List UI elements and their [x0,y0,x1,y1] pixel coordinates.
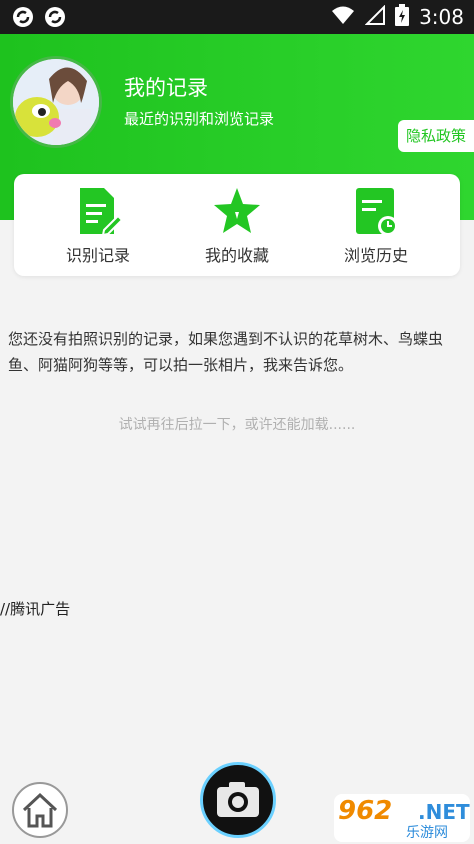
camera-icon [217,782,259,817]
history-icon [356,188,398,236]
home-button[interactable] [12,782,68,838]
avatar[interactable] [10,56,102,148]
page-title: 我的记录 [124,76,208,100]
camera-button[interactable] [200,762,276,838]
ad-label: //腾讯广告 [0,600,71,618]
recognition-records-button[interactable]: 识别记录 [28,186,168,266]
sync-icon [12,6,34,28]
privacy-policy-button[interactable]: 隐私政策 [397,120,474,152]
battery-icon [395,4,410,30]
card-item-label: 浏览历史 [343,246,408,265]
status-bar: 3:08 [0,0,474,34]
page-subtitle: 最近的识别和浏览记录 [124,110,275,128]
signal-icon [364,4,386,29]
watermark-logo: 962 .NET 乐游网 [334,794,470,842]
star-icon [214,188,260,233]
load-more-hint: 试试再往后拉一下，或许还能加载...... [118,417,356,433]
records-card: 识别记录 我的收藏 浏览历史 [14,174,460,276]
card-item-label: 识别记录 [65,246,130,265]
home-icon [22,792,58,828]
my-favorites-button[interactable]: 我的收藏 [167,186,307,266]
browse-history-button[interactable]: 浏览历史 [306,186,446,266]
card-item-label: 我的收藏 [204,246,269,265]
status-time: 3:08 [419,5,464,29]
document-edit-icon [80,188,122,237]
sync-icon [44,6,66,28]
empty-records-message: 您还没有拍照识别的记录，如果您遇到不认识的花草树木、鸟蝶虫鱼、阿猫阿狗等等，可以… [8,330,444,374]
wifi-icon [331,5,355,29]
